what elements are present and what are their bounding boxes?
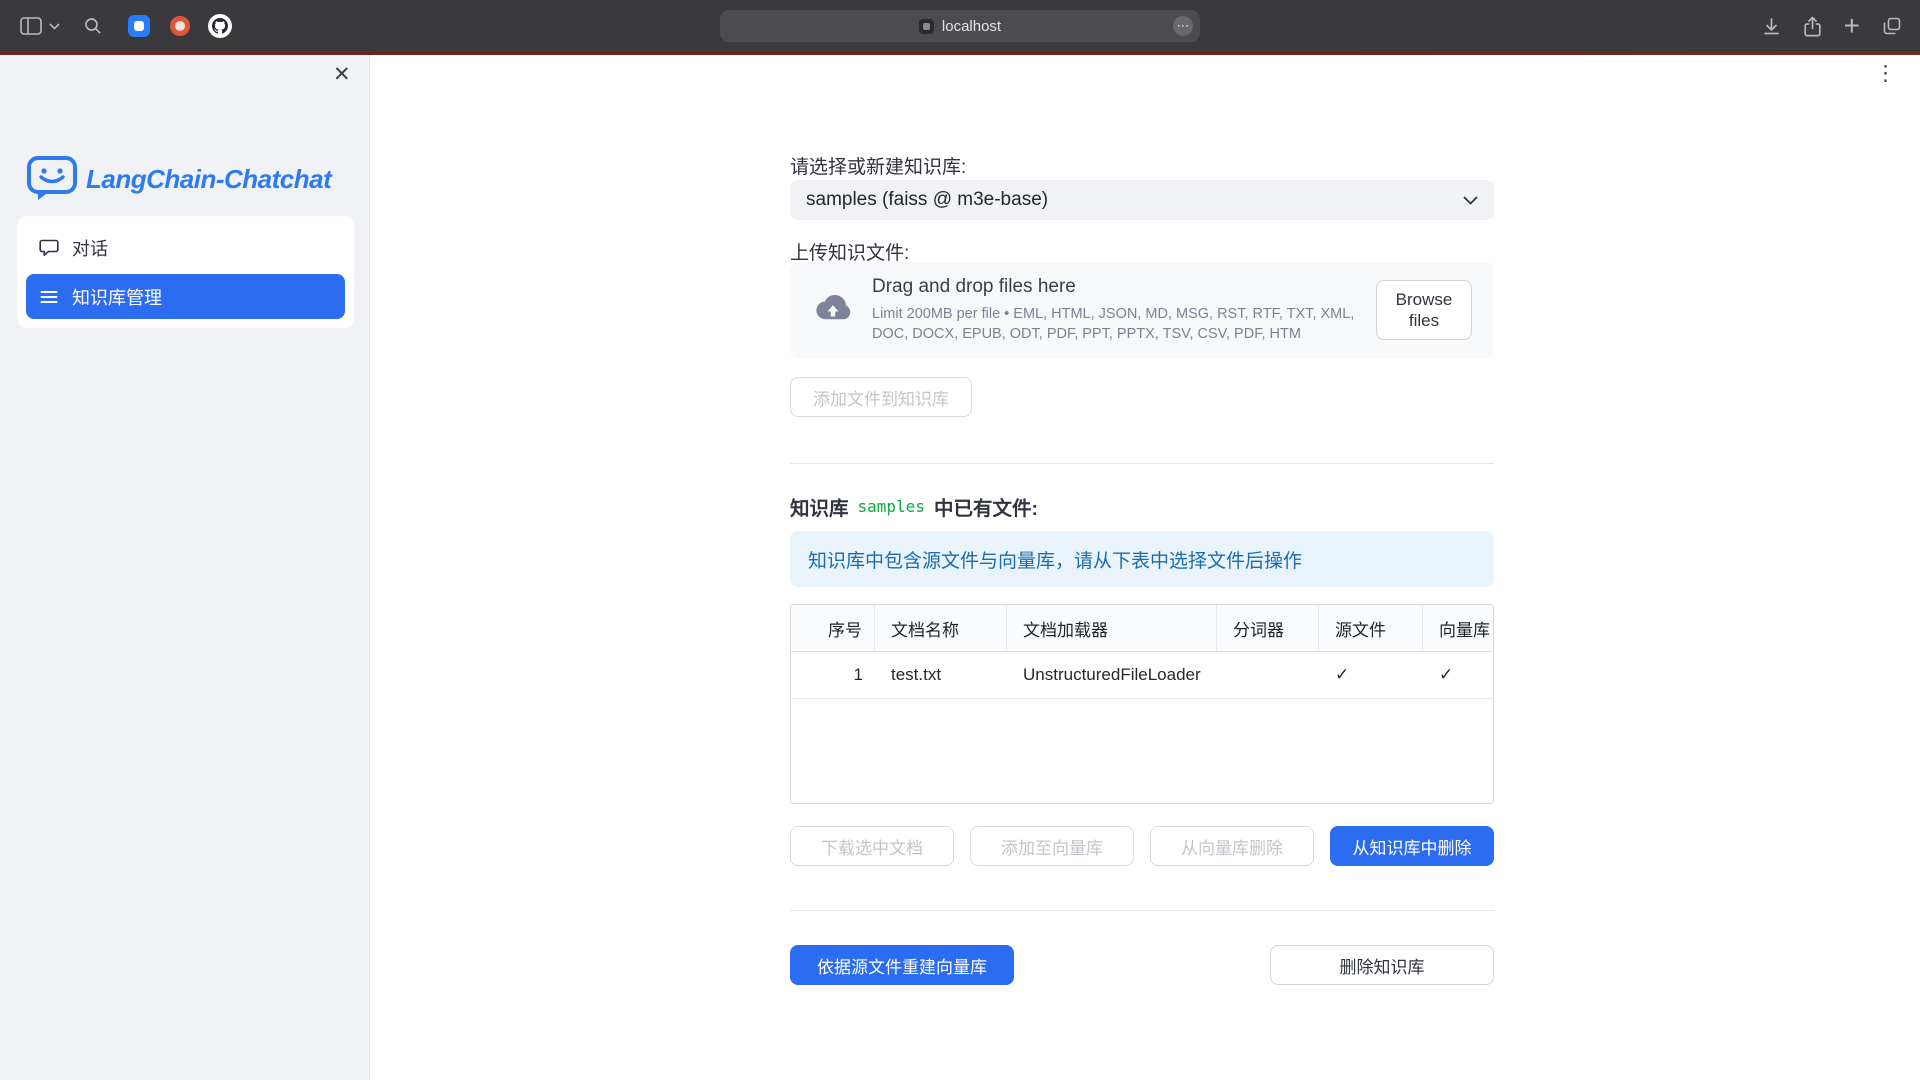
kb-select[interactable]: samples (faiss @ m3e-base): [790, 180, 1494, 220]
chevron-down-icon: [1463, 196, 1478, 205]
list-icon: [39, 289, 59, 305]
new-tab-icon[interactable]: +: [1844, 12, 1860, 40]
heading-suffix: 中已有文件:: [934, 492, 1038, 521]
file-uploader-dropzone[interactable]: Drag and drop files here Limit 200MB per…: [790, 262, 1494, 358]
nav-item-label: 对话: [72, 235, 108, 261]
nav-item-kb-management[interactable]: 知识库管理: [26, 274, 345, 319]
rebuild-vector-store-button[interactable]: 依据源文件重建向量库: [790, 945, 1014, 985]
app-logo: LangChain-Chatchat: [26, 155, 331, 203]
sidebar-nav: 对话 知识库管理: [17, 216, 354, 328]
browse-files-button[interactable]: Browse files: [1376, 280, 1472, 340]
kb-files-heading: 知识库 samples 中已有文件:: [790, 492, 1038, 521]
toolbar-chevron-down-icon[interactable]: [49, 23, 60, 30]
nav-item-chat[interactable]: 对话: [26, 225, 345, 270]
cell-index: 1: [791, 652, 875, 698]
heading-prefix: 知识库: [790, 492, 849, 521]
cloud-upload-icon: [812, 292, 854, 329]
page-content: 请选择或新建知识库: samples (faiss @ m3e-base) 上传…: [790, 55, 1494, 1080]
extension-icon-blue[interactable]: [128, 15, 150, 37]
cell-doc-name: test.txt: [875, 652, 1007, 698]
main-content: ⋮ 请选择或新建知识库: samples (faiss @ m3e-base) …: [370, 55, 1920, 1080]
logo-text: LangChain-Chatchat: [86, 164, 331, 195]
dropzone-limit: Limit 200MB per file • EML, HTML, JSON, …: [872, 304, 1358, 344]
table-action-buttons: 下载选中文档 添加至向量库 从向量库删除 从知识库中删除: [790, 826, 1494, 866]
kb-select-value: samples (faiss @ m3e-base): [806, 189, 1048, 211]
delete-from-kb-button[interactable]: 从知识库中删除: [1330, 826, 1494, 866]
main-menu-kebab-icon[interactable]: ⋮: [1875, 61, 1896, 86]
logo-chat-bubble-icon: [26, 155, 78, 203]
column-header-index[interactable]: 序号: [791, 605, 875, 651]
divider: [790, 910, 1494, 911]
url-text: localhost: [942, 18, 1001, 35]
dropzone-title: Drag and drop files here: [872, 276, 1358, 298]
github-extension-icon[interactable]: [208, 14, 232, 38]
info-alert: 知识库中包含源文件与向量库，请从下表中选择文件后操作: [790, 531, 1494, 587]
sidebar-toggle-icon[interactable]: [20, 17, 42, 35]
files-table: 序号 文档名称 文档加载器 分词器 源文件 向量库 1 test.txt Uns…: [790, 604, 1494, 804]
add-files-to-kb-button[interactable]: 添加文件到知识库: [790, 377, 972, 417]
column-header-loader[interactable]: 文档加载器: [1007, 605, 1217, 651]
kb-select-label: 请选择或新建知识库:: [790, 152, 966, 179]
address-bar[interactable]: localhost ⋯: [720, 10, 1200, 42]
dropzone-text-group: Drag and drop files here Limit 200MB per…: [872, 276, 1358, 344]
cell-splitter: [1217, 652, 1319, 698]
download-selected-button[interactable]: 下载选中文档: [790, 826, 954, 866]
add-to-vector-store-button[interactable]: 添加至向量库: [970, 826, 1134, 866]
cell-source-file-check: ✓: [1319, 652, 1423, 698]
table-header-row: 序号 文档名称 文档加载器 分词器 源文件 向量库: [791, 605, 1493, 652]
share-icon[interactable]: [1803, 16, 1822, 37]
divider: [790, 463, 1494, 464]
page-options-icon[interactable]: ⋯: [1173, 16, 1193, 36]
delete-kb-button[interactable]: 删除知识库: [1270, 945, 1494, 985]
extension-icon-orange[interactable]: [170, 16, 190, 36]
table-row[interactable]: 1 test.txt UnstructuredFileLoader ✓ ✓: [791, 652, 1493, 699]
sidebar-close-icon[interactable]: ✕: [333, 62, 351, 87]
chat-bubble-icon: [39, 238, 59, 257]
column-header-vector-store[interactable]: 向量库: [1423, 605, 1493, 651]
toolbar-left-group: [20, 0, 232, 52]
search-icon[interactable]: [84, 17, 102, 35]
column-header-doc-name[interactable]: 文档名称: [875, 605, 1007, 651]
tab-overview-icon[interactable]: [1882, 16, 1902, 36]
site-favicon: [919, 19, 934, 34]
column-header-splitter[interactable]: 分词器: [1217, 605, 1319, 651]
toolbar-right-group: +: [1762, 0, 1902, 52]
nav-item-label: 知识库管理: [72, 284, 162, 310]
cell-loader: UnstructuredFileLoader: [1007, 652, 1217, 698]
kb-name-code: samples: [858, 497, 925, 516]
info-text: 知识库中包含源文件与向量库，请从下表中选择文件后操作: [808, 546, 1302, 573]
sidebar: ✕ LangChain-Chatchat 对话: [0, 55, 370, 1080]
cell-vector-store-check: ✓: [1423, 652, 1493, 698]
column-header-source-file[interactable]: 源文件: [1319, 605, 1423, 651]
downloads-icon[interactable]: [1762, 17, 1781, 36]
upload-label: 上传知识文件:: [790, 238, 909, 265]
delete-from-vector-store-button[interactable]: 从向量库删除: [1150, 826, 1314, 866]
browser-toolbar: localhost ⋯ +: [0, 0, 1920, 52]
